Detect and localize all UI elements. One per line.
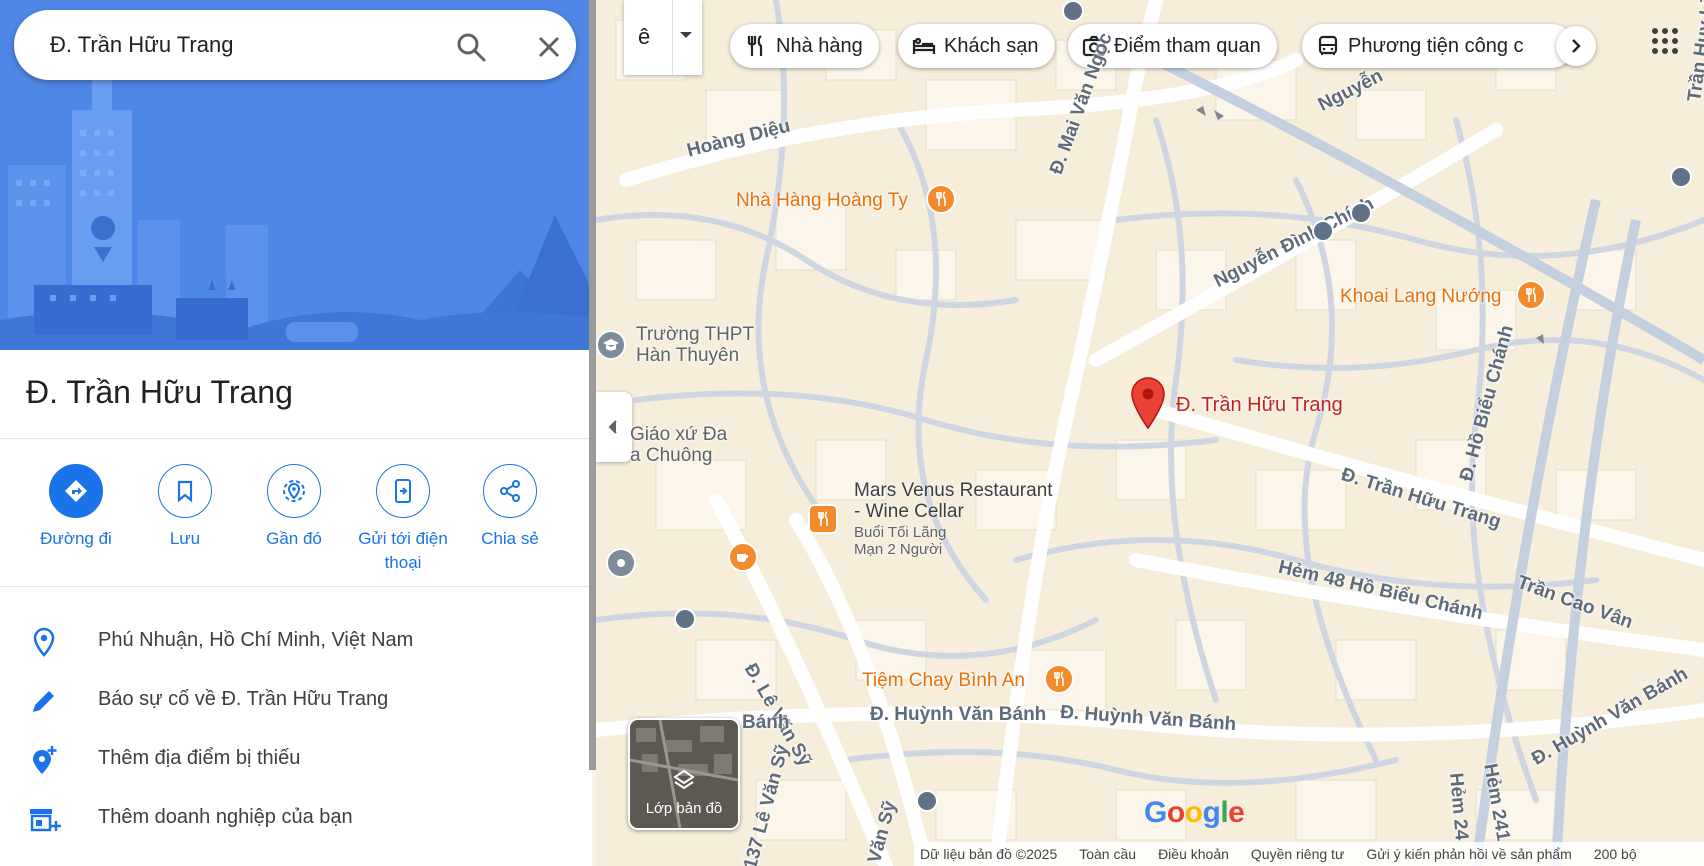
map-data-credit: Dữ liệu bản đồ ©2025	[920, 846, 1058, 862]
hero-illustration: Đ. Trần Hữu Trang	[0, 0, 592, 350]
divider	[0, 438, 592, 439]
panel-scrollbar[interactable]	[589, 0, 596, 770]
chip-transit[interactable]: Phương tiện công c	[1302, 24, 1574, 68]
poi-label[interactable]: Tiệm Chay Bình An	[862, 670, 1025, 692]
chip-hotels[interactable]: Khách sạn	[898, 24, 1055, 68]
map-footer: Dữ liệu bản đồ ©2025 Toàn cầu Điều khoản…	[914, 842, 1704, 866]
share-icon	[483, 464, 537, 518]
chip-label: Phương tiện công c	[1348, 34, 1524, 57]
pencil-icon	[28, 685, 60, 717]
nearby-button[interactable]: Gần đó	[240, 464, 348, 551]
chip-label: Khách sạn	[944, 34, 1039, 57]
send-to-phone-label: Gửi tới điện thoại	[358, 529, 448, 572]
share-button[interactable]: Chia sẻ	[456, 464, 564, 551]
location-pin-icon	[28, 626, 60, 658]
poi-label[interactable]: Nhà Hàng Hoàng Ty	[736, 190, 908, 212]
address-text: Phú Nhuận, Hồ Chí Minh, Việt Nam	[98, 629, 414, 651]
language-label: ê	[638, 24, 651, 49]
add-location-icon	[28, 744, 60, 776]
divider	[672, 0, 673, 75]
close-icon[interactable]	[532, 30, 566, 64]
directions-icon	[49, 464, 103, 518]
language-toggle[interactable]: ê	[624, 0, 702, 75]
save-label: Lưu	[169, 529, 201, 548]
maps-app: Đ. Trần Hữu Trang Đ. Trần Hữu Trang Đườn…	[0, 0, 1704, 866]
report-issue-row[interactable]: Báo sự cố về Đ. Trần Hữu Trang	[0, 671, 592, 729]
directions-label: Đường đi	[40, 529, 112, 548]
bus-stop-icon[interactable]	[1062, 0, 1084, 22]
save-button[interactable]: Lưu	[131, 464, 239, 551]
directions-button[interactable]: Đường đi	[22, 464, 130, 551]
pin-label[interactable]: Đ. Trần Hữu Trang	[1176, 394, 1343, 417]
share-label: Chia sẻ	[481, 529, 539, 548]
scale-label[interactable]: 200 bộ	[1594, 846, 1637, 862]
nearby-icon	[267, 464, 321, 518]
coffee-icon[interactable]	[728, 542, 758, 572]
street-label: Bánh	[742, 712, 790, 733]
bed-icon	[912, 37, 936, 54]
red-pin-icon[interactable]	[1128, 376, 1168, 432]
poi-label[interactable]: Mars Venus Restaurant - Wine Cellar	[854, 480, 1053, 522]
bus-stop-icon[interactable]	[1350, 202, 1372, 224]
restaurant-icon[interactable]	[808, 504, 838, 534]
bus-stop-icon[interactable]	[1670, 166, 1692, 188]
chevron-down-icon[interactable]	[680, 32, 692, 38]
bus-stop-icon[interactable]	[674, 608, 696, 630]
report-issue-text: Báo sự cố về Đ. Trần Hữu Trang	[98, 688, 389, 710]
divider	[0, 586, 592, 587]
map-canvas[interactable]: ê Nhà hàng Khách sạn Điểm tham quan Phươ…	[596, 0, 1704, 866]
place-icon[interactable]	[606, 548, 636, 578]
send-to-phone-icon	[376, 464, 430, 518]
terms-link[interactable]: Điều khoản	[1158, 846, 1229, 862]
chip-restaurants[interactable]: Nhà hàng	[730, 24, 879, 68]
add-missing-place-text: Thêm địa điểm bị thiếu	[98, 747, 301, 769]
add-business-text: Thêm doanh nghiệp của bạn	[98, 806, 353, 828]
poi-label[interactable]: Khoai Lang Nướng	[1340, 286, 1501, 308]
school-icon[interactable]	[596, 330, 626, 360]
poi-sublabel: Buổi Tối Lãng Mạn 2 Người	[854, 524, 947, 558]
poi-label[interactable]: Giáo xứ Đa a Chuông	[630, 424, 727, 466]
nearby-label: Gần đó	[266, 529, 322, 548]
restaurant-icon[interactable]	[926, 184, 956, 214]
address-row[interactable]: Phú Nhuận, Hồ Chí Minh, Việt Nam	[0, 612, 592, 670]
place-title: Đ. Trần Hữu Trang	[26, 374, 293, 410]
google-logo: Google	[1144, 796, 1245, 829]
layers-label: Lớp bản đồ	[645, 800, 723, 817]
send-to-phone-button[interactable]: Gửi tới điện thoại	[348, 464, 458, 575]
poi-label[interactable]: Trường THPT Hàn Thuyên	[636, 324, 754, 366]
layers-button[interactable]: Lớp bản đồ	[628, 718, 740, 830]
restaurant-icon	[747, 35, 763, 56]
street-label: Đ. Huỳnh Văn Bánh	[870, 704, 1047, 725]
apps-grid-icon[interactable]	[1650, 26, 1680, 56]
add-missing-place-row[interactable]: Thêm địa điểm bị thiếu	[0, 730, 592, 788]
search-icon[interactable]	[454, 30, 488, 64]
bus-stop-icon[interactable]	[916, 790, 938, 812]
add-business-row[interactable]: Thêm doanh nghiệp của bạn	[0, 789, 592, 847]
chip-label: Nhà hàng	[776, 34, 863, 57]
restaurant-icon[interactable]	[1516, 280, 1546, 310]
search-box[interactable]: Đ. Trần Hữu Trang	[14, 10, 576, 80]
chevron-right-icon[interactable]	[1556, 26, 1596, 66]
add-business-icon	[28, 803, 61, 835]
chevron-left-icon	[608, 420, 617, 434]
global-link[interactable]: Toàn cầu	[1079, 846, 1136, 862]
bus-stop-icon[interactable]	[1312, 220, 1334, 242]
restaurant-icon[interactable]	[1044, 664, 1074, 694]
layers-icon	[673, 769, 695, 790]
collapse-panel-button[interactable]	[596, 392, 632, 462]
place-panel: Đ. Trần Hữu Trang Đ. Trần Hữu Trang Đườn…	[0, 0, 592, 866]
bus-icon	[1318, 35, 1338, 55]
bookmark-icon	[158, 464, 212, 518]
feedback-link[interactable]: Gửi ý kiến phản hồi về sản phẩm	[1366, 846, 1572, 862]
chip-label: Điểm tham quan	[1114, 34, 1261, 57]
search-input[interactable]: Đ. Trần Hữu Trang	[50, 32, 233, 58]
privacy-link[interactable]: Quyền riêng tư	[1251, 846, 1344, 862]
